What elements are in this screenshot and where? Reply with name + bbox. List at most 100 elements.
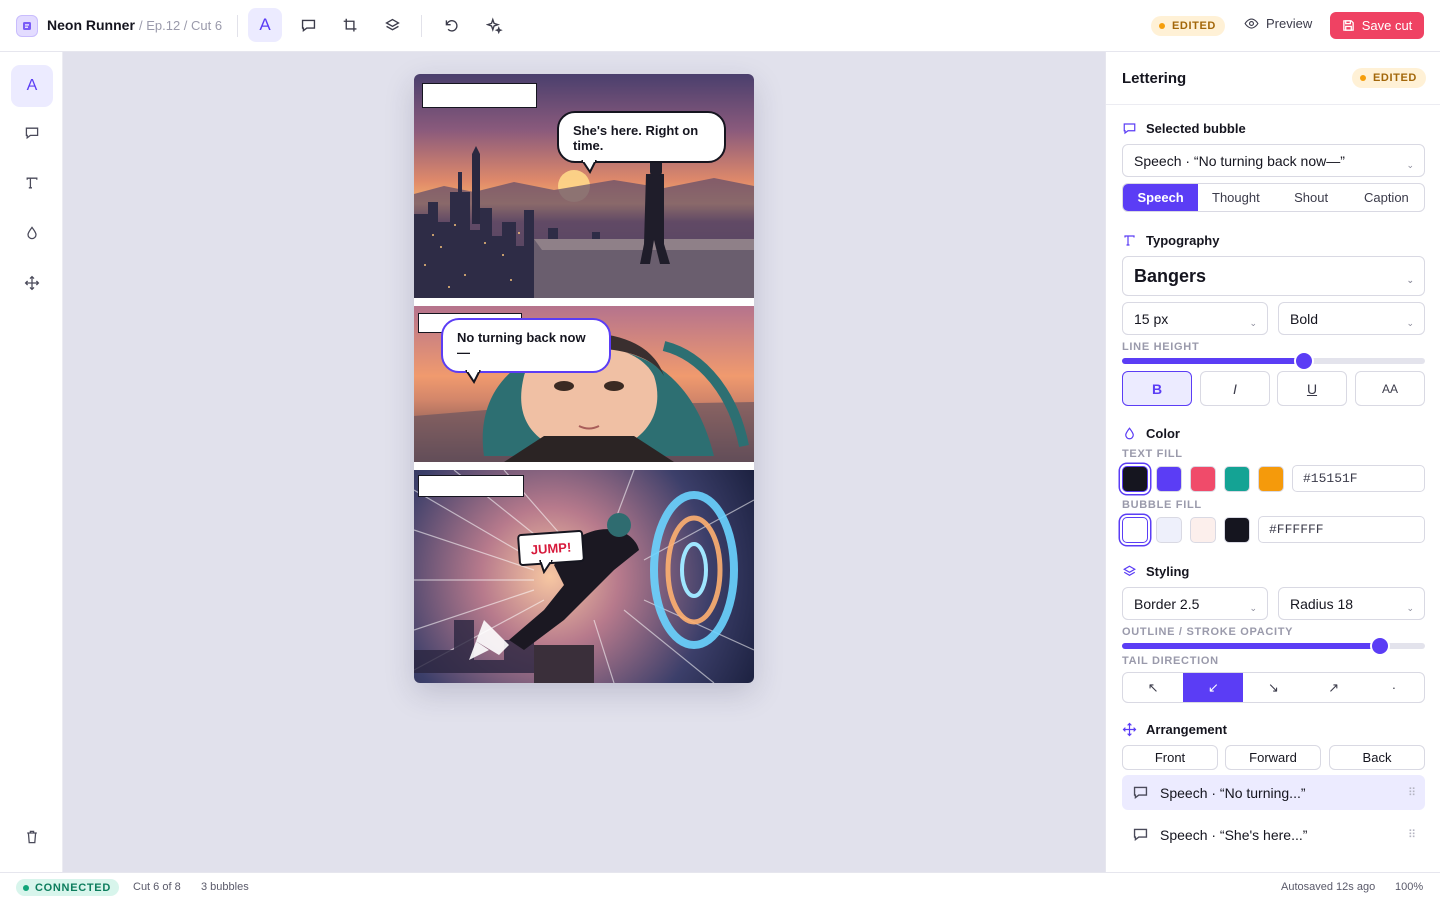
bubble-swatch-blush[interactable] [1190,517,1216,543]
status-bar: CONNECTED Cut 6 of 8 3 bubbles Autosaved… [0,872,1440,900]
rail-color-button[interactable] [11,212,53,254]
small-caps-button[interactable]: AA [1355,371,1425,406]
layers-icon [1123,565,1136,576]
text-swatch-teal[interactable] [1224,466,1250,492]
text-swatch-pink[interactable] [1190,466,1216,492]
bold-button[interactable]: B [1122,371,1192,406]
section-styling: Styling [1122,564,1189,579]
font-family-value: Bangers [1134,265,1207,286]
caption-box[interactable] [422,83,537,108]
italic-button[interactable]: I [1200,371,1270,406]
text-fill-hex-input[interactable]: #15151F [1292,465,1425,492]
divider [421,15,422,37]
speech-bubble-selected[interactable]: No turning back now— [441,318,611,373]
edited-badge-label: EDITED [1373,72,1417,84]
line-height-slider[interactable] [1122,353,1425,369]
text-swatch-black[interactable] [1122,466,1148,492]
layer-row[interactable]: Speech · “She's here...” ⠿ [1122,817,1425,852]
chevron-down-icon: ⌄ [1406,275,1414,285]
small-caps-label: AA [1381,381,1398,396]
bubble-fill-hex-input[interactable]: #FFFFFF [1258,516,1425,543]
move-icon [24,275,40,291]
delete-button[interactable] [11,816,53,858]
rail-bubble-button[interactable] [11,112,53,154]
bring-front-button[interactable]: Front [1122,745,1218,770]
underline-button[interactable]: U [1277,371,1347,406]
panel-2[interactable]: No turning back now— [414,306,754,462]
drag-handle-icon[interactable]: ⠿ [1408,828,1416,841]
comic-page[interactable]: She's here. Right on time. No turning ba… [414,74,754,683]
section-label: Arrangement [1146,722,1227,737]
tail-up-right-button[interactable]: ↗ [1304,673,1364,702]
send-back-button[interactable]: Back [1329,745,1425,770]
droplet-icon [27,226,37,240]
chevron-down-icon: ⌄ [1249,602,1257,613]
section-selected-bubble: Selected bubble [1122,121,1246,136]
zoom-level[interactable]: 100% [1395,881,1423,893]
preview-label: Preview [1266,16,1313,31]
border-select[interactable]: Border 2.5 ⌄ [1122,587,1268,620]
type-speech[interactable]: Speech [1123,184,1199,211]
layers-tool-button[interactable] [375,8,409,42]
crop-tool-button[interactable] [333,8,367,42]
bubble-text: No turning back now— [457,330,586,361]
opacity-slider[interactable] [1122,638,1425,654]
panel-1[interactable]: She's here. Right on time. [414,74,754,298]
section-label: Color [1146,426,1180,441]
drag-handle-icon[interactable]: ⠿ [1408,786,1416,799]
undo-button[interactable] [434,8,468,42]
text-swatch-violet[interactable] [1156,466,1182,492]
canvas-area[interactable]: She's here. Right on time. No turning ba… [63,52,1105,872]
move-icon [1122,722,1137,737]
rail-typography-button[interactable] [11,162,53,204]
tail-none-button[interactable]: · [1364,673,1424,702]
bring-forward-button[interactable]: Forward [1225,745,1321,770]
tail-down-left-button[interactable]: ↙ [1183,673,1244,702]
preview-button[interactable]: Preview [1244,16,1312,31]
text-tool-icon: A [259,15,271,34]
radius-select[interactable]: Radius 18 ⌄ [1278,587,1425,620]
breadcrumb[interactable]: / Ep.12 / Cut 6 [139,18,222,33]
slider-handle[interactable] [1295,353,1312,369]
panel-3[interactable]: JUMP! [414,470,754,683]
connection-badge: CONNECTED [16,879,119,896]
tail-up-left-button[interactable]: ↖ [1123,673,1183,702]
font-size-select[interactable]: 15 px ⌄ [1122,302,1268,335]
bubble-tool-button[interactable] [291,8,325,42]
type-shout[interactable]: Shout [1274,184,1349,211]
speech-bubble[interactable]: She's here. Right on time. [557,111,726,163]
project-title: Neon Runner [47,17,135,33]
connection-label: CONNECTED [35,881,111,894]
slider-handle[interactable] [1371,638,1388,654]
bubble-swatch-black[interactable] [1224,517,1250,543]
save-cut-button[interactable]: Save cut [1330,12,1424,39]
bubble-swatch-lavender[interactable] [1156,517,1182,543]
save-icon [1342,20,1354,31]
tail-down-right-button[interactable]: ↘ [1243,673,1303,702]
magic-tool-button[interactable] [477,8,511,42]
text-fill-label: TEXT FILL [1122,448,1183,460]
tail-direction-segmented: ↖ ↙ ↘ ↗ · [1122,672,1425,703]
undo-icon [445,19,458,32]
chevron-down-icon: ⌄ [1406,602,1414,613]
bubble-swatch-white[interactable] [1122,517,1148,543]
cut-indicator: Cut 6 of 8 [133,881,181,893]
rail-move-button[interactable] [11,262,53,304]
rail-text-button[interactable]: A [11,65,53,107]
type-caption[interactable]: Caption [1349,184,1424,211]
font-family-select[interactable]: Bangers ⌄ [1122,256,1425,296]
bubble-count: 3 bubbles [201,881,249,893]
text-tool-button[interactable]: A [248,8,282,42]
bubble-type-segmented: Speech Thought Shout Caption [1122,183,1425,212]
selected-bubble-select[interactable]: Speech · “No turning back now—” ⌄ [1122,144,1425,177]
caption-box[interactable] [418,475,524,497]
chevron-down-icon: ⌄ [1406,317,1414,328]
bubble-tail [581,160,597,174]
divider [237,15,238,37]
font-weight-select[interactable]: Bold ⌄ [1278,302,1425,335]
text-swatch-orange[interactable] [1258,466,1284,492]
layer-row[interactable]: Speech · “No turning...” ⠿ [1122,775,1425,810]
section-typography: Typography [1122,233,1219,248]
type-thought[interactable]: Thought [1198,184,1273,211]
section-color: Color [1122,426,1180,441]
